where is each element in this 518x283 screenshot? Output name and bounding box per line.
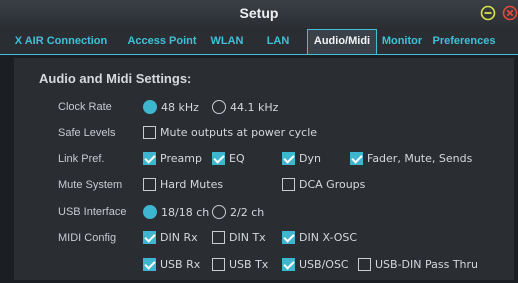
settings-panel: [14, 58, 514, 280]
clock-rate-label: Clock Rate: [58, 101, 112, 113]
option-label: DCA Groups: [299, 178, 366, 191]
option-label: DIN Rx: [160, 231, 198, 244]
safe-levels-label: Safe Levels: [58, 127, 116, 139]
fader-mute-sends-checkbox[interactable]: Fader, Mute, Sends: [350, 152, 472, 165]
din-rx-checkbox[interactable]: DIN Rx: [143, 231, 198, 244]
din-tx-checkbox[interactable]: DIN Tx: [212, 231, 266, 244]
option-label: USB/OSC: [299, 258, 349, 271]
preamp-checkbox[interactable]: Preamp: [143, 152, 202, 165]
option-label: Dyn: [299, 152, 321, 165]
checkbox-checked-icon: [282, 152, 295, 165]
usb-18ch-radio[interactable]: 18/18 ch: [143, 205, 209, 219]
dyn-checkbox[interactable]: Dyn: [282, 152, 321, 165]
option-label: DIN Tx: [229, 231, 266, 244]
checkbox-checked-icon: [350, 152, 363, 165]
option-label: Hard Mutes: [160, 178, 224, 191]
din-x-osc-checkbox[interactable]: DIN X-OSC: [282, 231, 357, 244]
tab-lan[interactable]: LAN: [256, 30, 300, 52]
option-label: 18/18 ch: [161, 205, 210, 219]
usb-din-pass-thru-checkbox[interactable]: USB-DIN Pass Thru: [358, 258, 478, 271]
minimize-icon[interactable]: [480, 5, 496, 21]
option-label: Fader, Mute, Sends: [367, 152, 473, 165]
radio-empty-icon: [212, 205, 226, 219]
dca-groups-checkbox[interactable]: DCA Groups: [282, 178, 365, 191]
usb-interface-label: USB Interface: [58, 206, 127, 218]
tab-monitor[interactable]: Monitor: [378, 30, 426, 52]
usb-osc-checkbox[interactable]: USB/OSC: [282, 258, 349, 271]
checkbox-empty-icon: [358, 258, 371, 271]
usb-tx-checkbox[interactable]: USB Tx: [212, 258, 268, 271]
clock-44khz-radio[interactable]: 44.1 kHz: [212, 100, 278, 114]
title-bar: Setup: [0, 0, 518, 29]
checkbox-empty-icon: [282, 178, 295, 191]
checkbox-checked-icon: [282, 258, 295, 271]
eq-checkbox[interactable]: EQ: [212, 152, 245, 165]
section-title: Audio and Midi Settings:: [39, 71, 192, 86]
mute-system-label: Mute System: [58, 179, 123, 191]
hard-mutes-checkbox[interactable]: Hard Mutes: [143, 178, 223, 191]
option-label: USB Rx: [160, 258, 201, 271]
tab-audio-midi[interactable]: Audio/Midi: [307, 29, 377, 54]
option-label: EQ: [229, 152, 245, 165]
checkbox-empty-icon: [212, 258, 225, 271]
tab-bar: X AIR Connection Access Point WLAN LAN A…: [0, 28, 518, 55]
checkbox-empty-icon: [143, 178, 156, 191]
option-label: Mute outputs at power cycle: [160, 126, 318, 139]
tab-preferences[interactable]: Preferences: [428, 30, 500, 52]
option-label: Preamp: [160, 152, 202, 165]
option-label: 2/2 ch: [230, 205, 265, 219]
window-title: Setup: [239, 5, 279, 21]
radio-selected-icon: [143, 205, 157, 219]
option-label: 48 kHz: [161, 100, 199, 114]
checkbox-checked-icon: [282, 231, 295, 244]
option-label: 44.1 kHz: [230, 100, 279, 114]
link-pref-label: Link Pref.: [58, 153, 105, 165]
tab-x-air-connection[interactable]: X AIR Connection: [0, 30, 122, 52]
close-icon[interactable]: [502, 5, 518, 21]
usb-rx-checkbox[interactable]: USB Rx: [143, 258, 200, 271]
checkbox-checked-icon: [143, 152, 156, 165]
clock-48khz-radio[interactable]: 48 kHz: [143, 100, 199, 114]
checkbox-empty-icon: [212, 231, 225, 244]
radio-empty-icon: [212, 100, 226, 114]
option-label: USB Tx: [229, 258, 269, 271]
usb-2ch-radio[interactable]: 2/2 ch: [212, 205, 264, 219]
option-label: USB-DIN Pass Thru: [375, 258, 479, 271]
radio-selected-icon: [143, 100, 157, 114]
mute-outputs-checkbox[interactable]: Mute outputs at power cycle: [143, 126, 317, 139]
checkbox-checked-icon: [212, 152, 225, 165]
tab-access-point[interactable]: Access Point: [124, 30, 200, 52]
tab-wlan[interactable]: WLAN: [202, 30, 252, 52]
checkbox-empty-icon: [143, 126, 156, 139]
option-label: DIN X-OSC: [299, 231, 358, 244]
checkbox-checked-icon: [143, 231, 156, 244]
checkbox-checked-icon: [143, 258, 156, 271]
midi-config-label: MIDI Config: [58, 232, 117, 244]
